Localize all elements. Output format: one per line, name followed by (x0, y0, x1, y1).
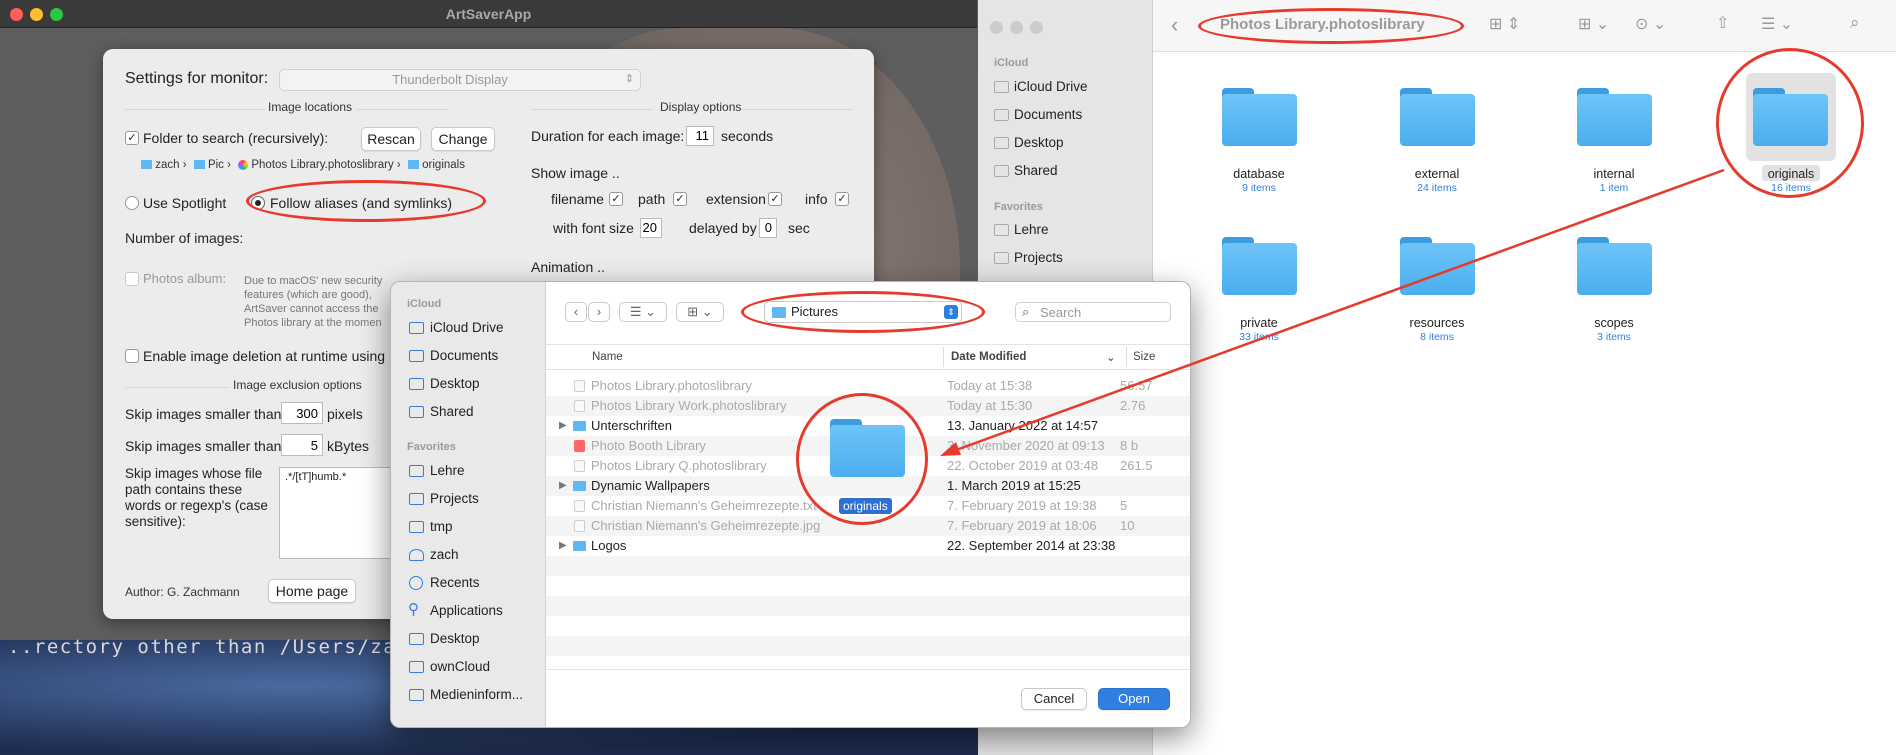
annotation-arrow (940, 168, 1725, 456)
